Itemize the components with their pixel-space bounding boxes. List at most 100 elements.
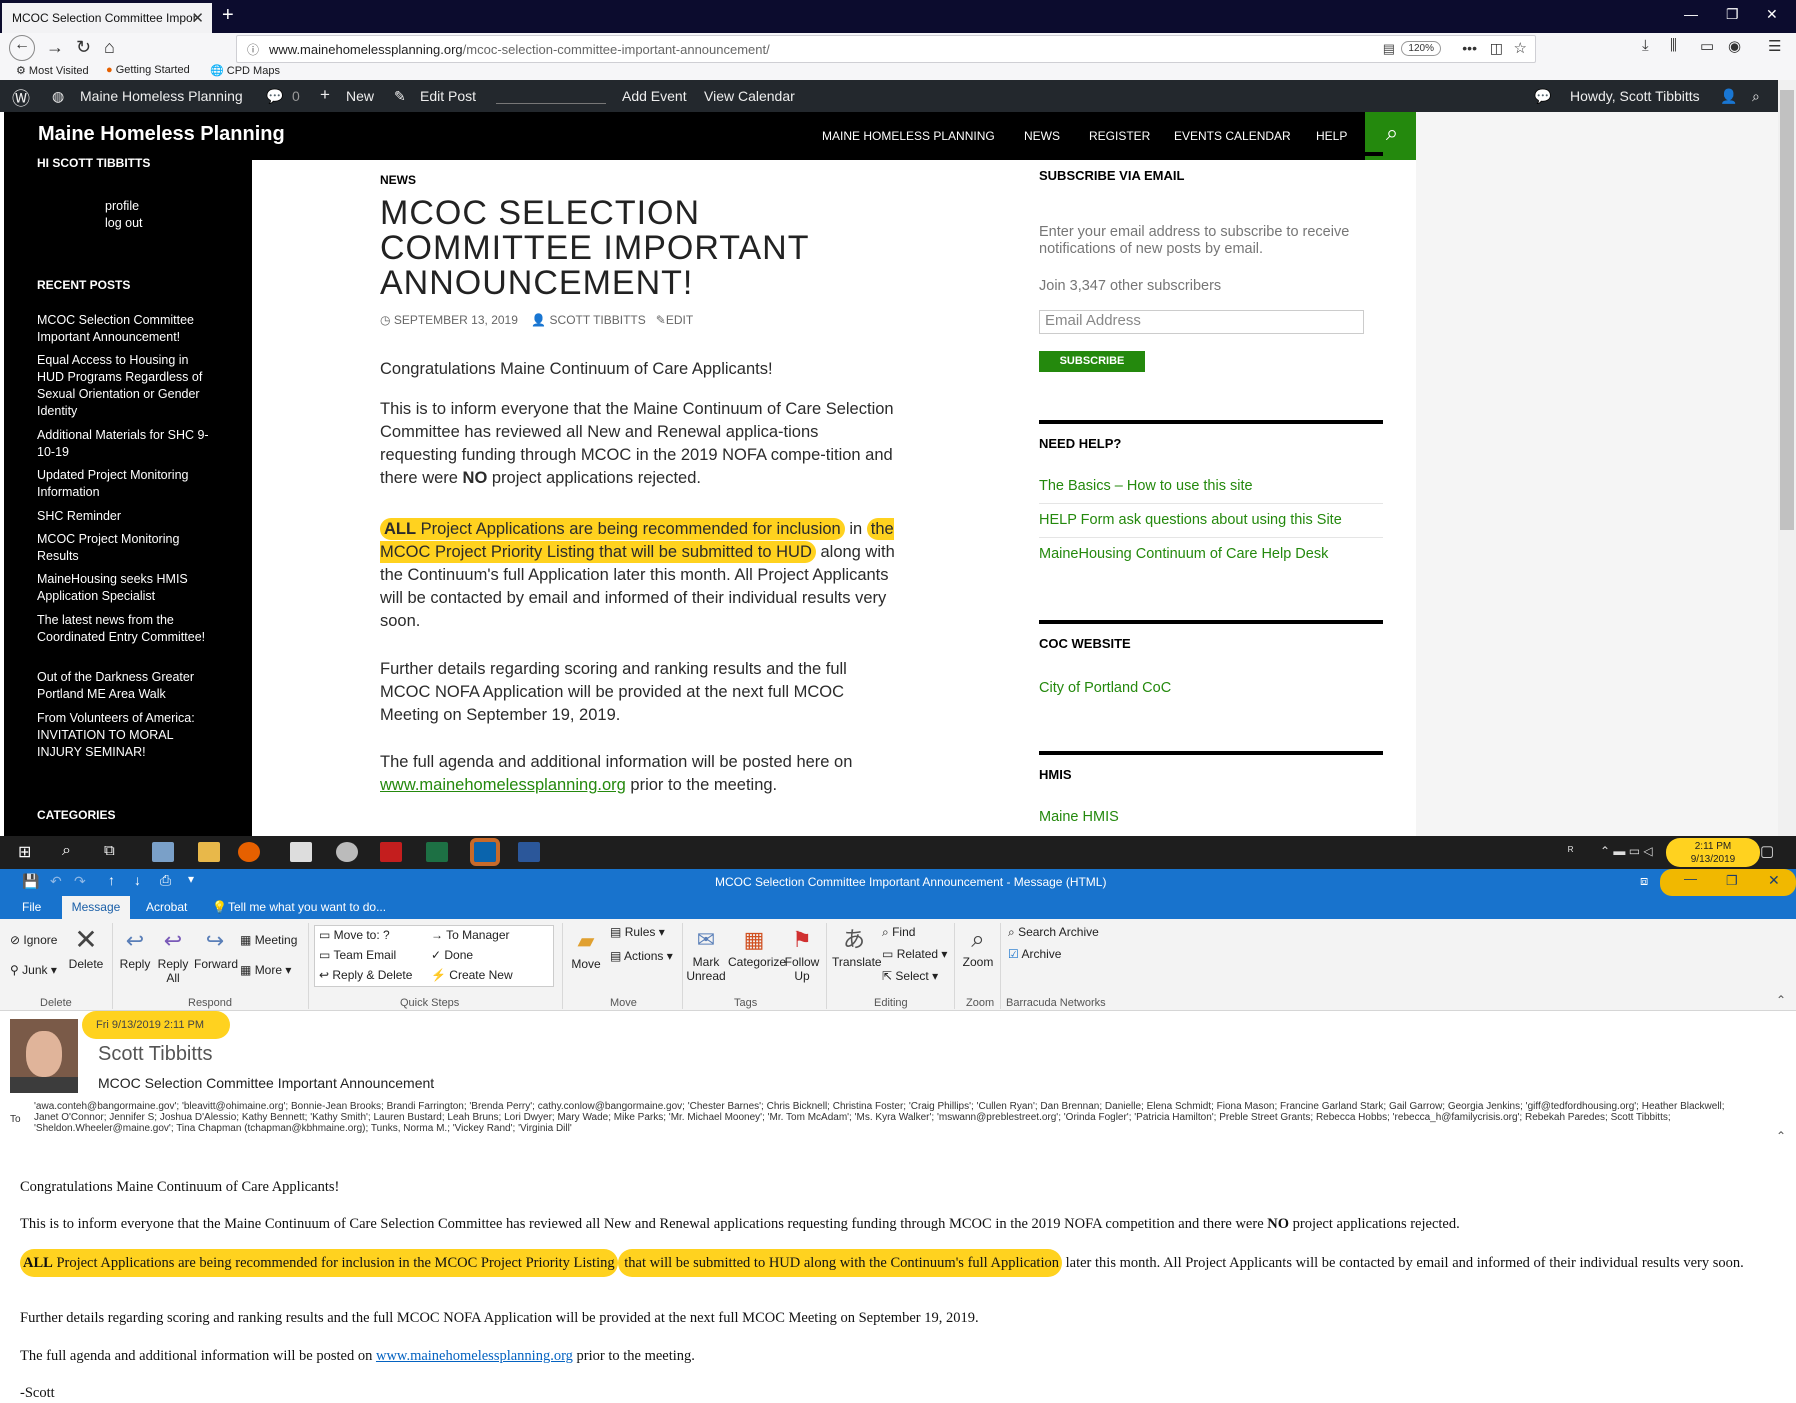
- paint-icon[interactable]: [152, 842, 174, 862]
- browser-tab[interactable]: MCOC Selection Committee Impor ✕: [2, 3, 212, 33]
- next-item-icon[interactable]: ↓: [134, 872, 141, 888]
- home-icon[interactable]: ⌂: [104, 37, 115, 58]
- categorize-button[interactable]: ▦ Categorize: [728, 925, 786, 969]
- url-bar[interactable]: ⓘ www.mainehomelessplanning.org/mcoc-sel…: [236, 35, 1536, 63]
- recent-post-link[interactable]: From Volunteers of America: INVITATION T…: [37, 710, 217, 761]
- nav-events-calendar[interactable]: EVENTS CALENDAR: [1174, 129, 1291, 143]
- menu-icon[interactable]: ☰: [1768, 37, 1781, 55]
- scrollbar-thumb[interactable]: [1780, 90, 1794, 530]
- recent-post-link[interactable]: Updated Project Monitoring Information: [37, 467, 217, 501]
- recent-post-link[interactable]: Additional Materials for SHC 9-10-19: [37, 427, 217, 461]
- related-button[interactable]: ▭ Related ▾: [882, 947, 947, 961]
- delete-button[interactable]: ✕ Delete: [68, 923, 104, 971]
- bookmark-most-visited[interactable]: ⚙ Most Visited: [16, 64, 89, 77]
- save-icon[interactable]: 💾: [22, 873, 39, 890]
- calculator-icon[interactable]: [290, 842, 312, 862]
- reply-all-button[interactable]: ↩ Reply All: [156, 925, 190, 985]
- admin-new-link[interactable]: New: [346, 88, 374, 104]
- forward-button[interactable]: ↪ Forward: [194, 925, 238, 971]
- archive-button[interactable]: ☑ Archive: [1008, 947, 1061, 961]
- help-link[interactable]: MaineHousing Continuum of Care Help Desk: [1039, 546, 1383, 562]
- wordpress-logo-icon[interactable]: Ⓦ: [12, 85, 30, 111]
- bookmark-star-icon[interactable]: ☆: [1514, 39, 1527, 57]
- post-author[interactable]: SCOTT TIBBITTS: [550, 313, 646, 327]
- reload-icon[interactable]: ↻: [76, 37, 91, 58]
- coc-link[interactable]: City of Portland CoC: [1039, 680, 1383, 696]
- minimize-icon[interactable]: —: [1684, 6, 1698, 22]
- site-title[interactable]: Maine Homeless Planning: [38, 123, 285, 146]
- collapse-ribbon-icon[interactable]: ⌃: [1776, 993, 1786, 1007]
- follow-up-button[interactable]: ⚑ Follow Up: [784, 925, 820, 983]
- hmis-link[interactable]: Maine HMIS: [1039, 809, 1383, 825]
- more-button[interactable]: ▦ More ▾: [240, 963, 291, 977]
- mark-unread-button[interactable]: ✉ Mark Unread: [686, 925, 726, 983]
- search-icon[interactable]: ⌕: [62, 842, 71, 860]
- recent-post-link[interactable]: MCOC Project Monitoring Results: [37, 531, 217, 565]
- system-clock[interactable]: 2:11 PM 9/13/2019: [1666, 838, 1760, 867]
- help-link[interactable]: HELP Form ask questions about using this…: [1039, 512, 1383, 538]
- account-icon[interactable]: ◉: [1728, 37, 1741, 55]
- collapse-header-icon[interactable]: ⌃: [1776, 1129, 1786, 1143]
- restore-icon[interactable]: ❐: [1726, 6, 1739, 23]
- meeting-button[interactable]: ▦ Meeting: [240, 933, 297, 947]
- rules-button[interactable]: ▤ Rules ▾: [610, 925, 665, 939]
- restore-icon[interactable]: ❐: [1726, 873, 1738, 889]
- search-archive-button[interactable]: ⌕ Search Archive: [1008, 925, 1099, 940]
- email-input[interactable]: Email Address: [1039, 310, 1364, 334]
- site-link[interactable]: www.mainehomelessplanning.org: [380, 776, 626, 794]
- word-icon[interactable]: [518, 842, 540, 862]
- post-date[interactable]: SEPTEMBER 13, 2019: [394, 313, 518, 327]
- sender-name[interactable]: Scott Tibbitts: [98, 1043, 213, 1066]
- library-icon[interactable]: ⫼: [1670, 37, 1677, 54]
- reply-button[interactable]: ↩ Reply: [118, 925, 152, 971]
- admin-edit-post-link[interactable]: Edit Post: [420, 88, 476, 104]
- undo-icon[interactable]: ↶: [50, 873, 62, 890]
- close-tab-icon[interactable]: ✕: [191, 9, 204, 27]
- back-icon[interactable]: ←: [9, 35, 35, 61]
- quick-step-create-new[interactable]: ⚡ Create New: [431, 968, 513, 982]
- actions-button[interactable]: ▤ Actions ▾: [610, 949, 673, 963]
- sidebar-icon[interactable]: ▭: [1700, 37, 1714, 55]
- close-window-icon[interactable]: ✕: [1768, 872, 1780, 889]
- quick-step-reply-delete[interactable]: ↩ Reply & Delete: [319, 968, 412, 982]
- tray-icons[interactable]: ⌃ ▬ ▭ ◁: [1600, 844, 1653, 858]
- howdy-user[interactable]: Howdy, Scott Tibbitts: [1570, 88, 1700, 104]
- app-icon[interactable]: [336, 842, 358, 862]
- nav-register[interactable]: REGISTER: [1089, 129, 1150, 143]
- bookmark-cpd-maps[interactable]: 🌐 CPD Maps: [210, 64, 280, 77]
- quick-step-done[interactable]: ✓ Done: [431, 948, 473, 962]
- tell-me-search[interactable]: Tell me what you want to do...: [228, 900, 386, 914]
- quick-step-team-email[interactable]: ▭ Team Email: [319, 948, 396, 962]
- recent-post-link[interactable]: Out of the Darkness Greater Portland ME …: [37, 669, 217, 703]
- zoom-button[interactable]: ⌕ Zoom: [960, 925, 996, 969]
- zoom-level[interactable]: 120%: [1401, 41, 1441, 56]
- quick-step-move-to[interactable]: ▭ Move to: ?: [319, 928, 390, 942]
- ignore-button[interactable]: ⊘ Ignore: [10, 933, 57, 947]
- page-actions-icon[interactable]: •••: [1462, 40, 1477, 56]
- admin-site-link[interactable]: Maine Homeless Planning: [80, 88, 243, 104]
- help-link[interactable]: The Basics – How to use this site: [1039, 478, 1383, 504]
- recent-post-link[interactable]: Equal Access to Housing in HUD Programs …: [37, 352, 217, 420]
- page-scrollbar[interactable]: [1778, 80, 1796, 836]
- info-icon[interactable]: ⓘ: [247, 41, 259, 58]
- select-button[interactable]: ⇱ Select ▾: [882, 969, 938, 983]
- acrobat-icon[interactable]: [380, 842, 402, 862]
- admin-search-icon[interactable]: ⌕: [1752, 88, 1760, 105]
- email-site-link[interactable]: www.mainehomelessplanning.org: [376, 1348, 573, 1364]
- nav-news[interactable]: NEWS: [1024, 129, 1060, 143]
- file-explorer-icon[interactable]: [198, 842, 220, 862]
- admin-add-event-link[interactable]: Add Event: [622, 88, 687, 104]
- minimize-icon[interactable]: —: [1684, 871, 1697, 886]
- action-center-icon[interactable]: ▢: [1760, 842, 1774, 860]
- previous-item-icon[interactable]: ↑: [108, 872, 115, 888]
- ribbon-options-icon[interactable]: ⧈: [1640, 873, 1648, 889]
- junk-button[interactable]: ⚲ Junk ▾: [10, 963, 57, 977]
- nav-maine-homeless-planning[interactable]: MAINE HOMELESS PLANNING: [822, 129, 995, 143]
- bookmark-getting-started[interactable]: ● Getting Started: [106, 64, 190, 76]
- quick-step-to-manager[interactable]: → To Manager: [431, 928, 510, 942]
- firefox-icon[interactable]: [238, 842, 260, 862]
- find-button[interactable]: ⌕ Find: [882, 925, 915, 940]
- comments-icon[interactable]: 💬: [266, 88, 283, 105]
- tab-file[interactable]: File: [22, 900, 41, 914]
- reader-view-icon[interactable]: ▤: [1383, 41, 1395, 57]
